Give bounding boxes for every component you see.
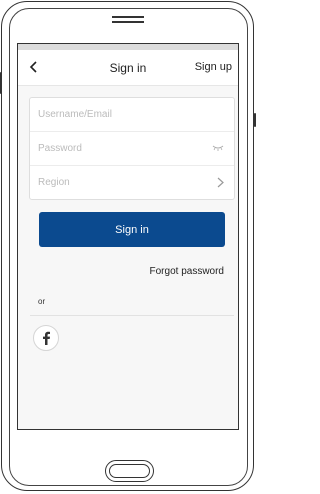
home-button[interactable] xyxy=(105,460,154,482)
eye-closed-icon[interactable] xyxy=(212,144,224,152)
chevron-right-icon xyxy=(217,177,224,188)
facebook-icon xyxy=(43,331,50,345)
side-button-left xyxy=(0,72,2,94)
nav-bar: Sign in Sign up xyxy=(18,50,238,86)
or-separator-label: or xyxy=(38,297,46,306)
forgot-password-link[interactable]: Forgot password xyxy=(150,266,224,277)
speaker-grille-bottom xyxy=(112,21,144,23)
side-button-right xyxy=(254,113,256,127)
divider xyxy=(30,315,234,316)
speaker-grille-top xyxy=(112,16,144,18)
username-field-row xyxy=(30,98,234,132)
sign-in-form: Region xyxy=(29,97,235,200)
region-select[interactable]: Region xyxy=(38,166,198,199)
sign-in-button[interactable]: Sign in xyxy=(39,212,225,247)
app-screen: Sign in Sign up Region Sign in Forgot pa… xyxy=(17,43,239,430)
facebook-login-button[interactable] xyxy=(33,325,59,351)
region-field-row[interactable]: Region xyxy=(30,166,234,199)
sign-up-link[interactable]: Sign up xyxy=(195,61,232,73)
home-button-inner xyxy=(109,464,150,478)
password-input[interactable] xyxy=(38,132,198,165)
username-input[interactable] xyxy=(38,98,198,131)
password-field-row xyxy=(30,132,234,166)
